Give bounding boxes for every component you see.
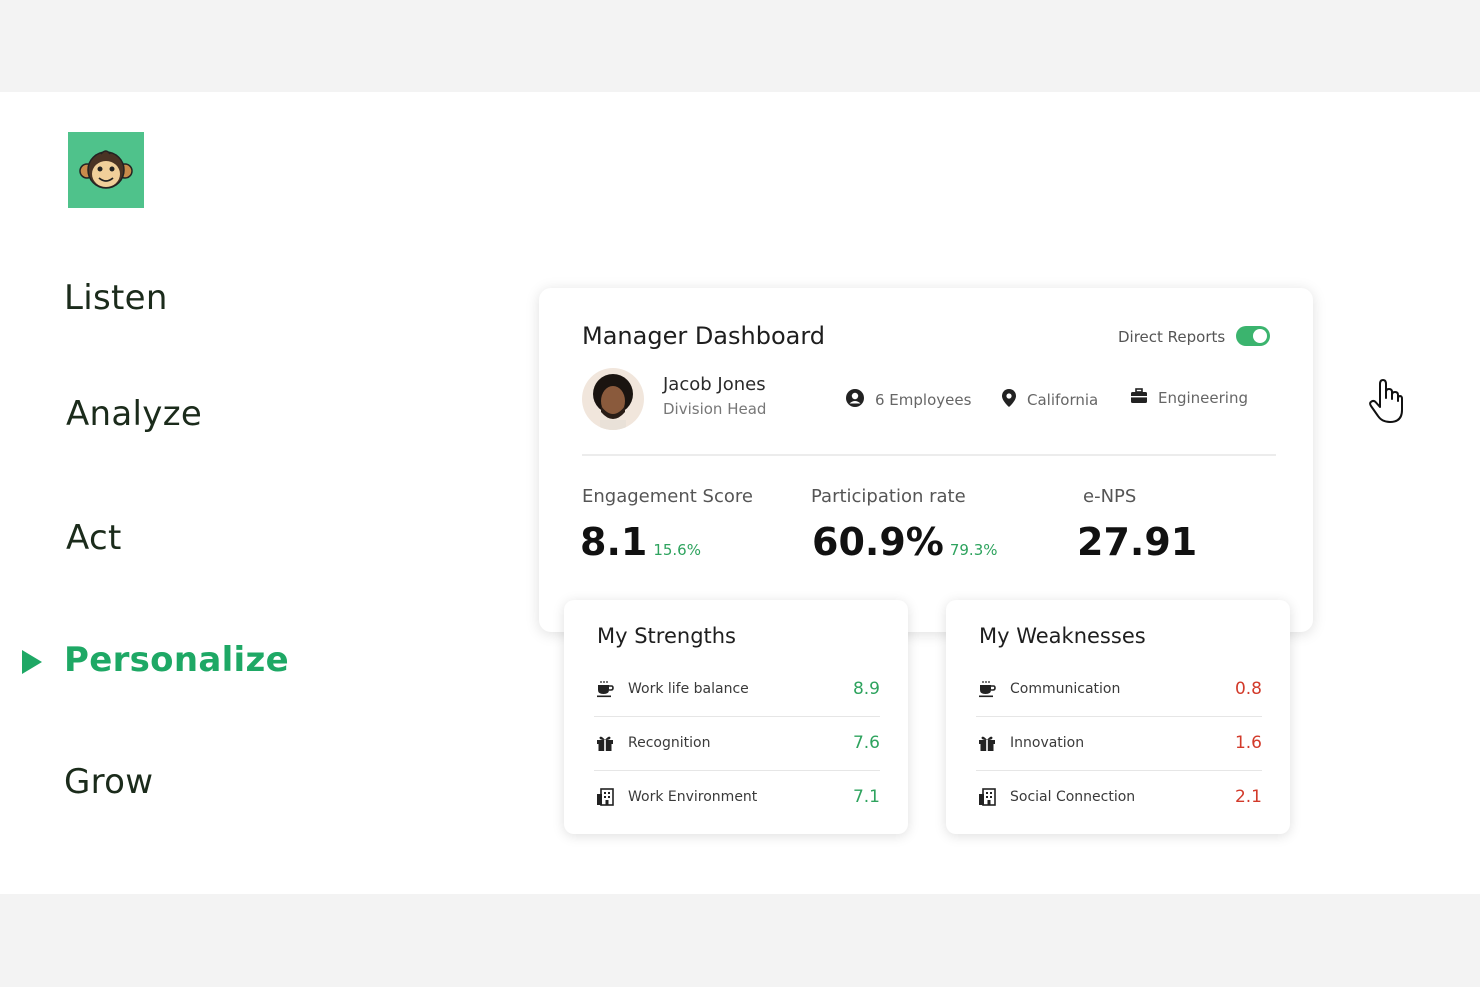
employees-meta: 6 Employees (845, 388, 971, 412)
nav-item-personalize[interactable]: Personalize (64, 640, 289, 680)
item-score: 7.6 (852, 733, 880, 753)
location-text: California (1027, 391, 1099, 409)
participation-rate-value: 60.9% (812, 520, 944, 564)
strengths-title: My Strengths (597, 624, 737, 648)
item-label: Social Connection (1010, 789, 1136, 805)
engagement-score-label: Engagement Score (582, 486, 753, 507)
map-pin-icon (1001, 388, 1017, 412)
building-icon (976, 788, 998, 806)
item-score: 8.9 (852, 679, 880, 699)
enps-label: e-NPS (1083, 486, 1137, 507)
enps-value: 27.91 (1077, 520, 1198, 564)
engagement-score-value: 8.1 (580, 520, 648, 564)
department-text: Engineering (1158, 389, 1248, 407)
list-item[interactable]: Work Environment 7.1 (594, 770, 880, 824)
gift-icon (594, 734, 616, 752)
coffee-icon (976, 680, 998, 698)
strengths-panel: My Strengths Work life balance 8.9 Recog… (564, 600, 908, 834)
list-item[interactable]: Communication 0.8 (976, 662, 1262, 717)
item-label: Recognition (628, 735, 711, 751)
item-score: 2.1 (1234, 787, 1262, 807)
user-circle-icon (845, 388, 865, 412)
item-score: 7.1 (852, 787, 880, 807)
direct-reports-label: Direct Reports (1118, 328, 1226, 346)
briefcase-icon (1130, 388, 1148, 408)
direct-reports-toggle[interactable] (1236, 326, 1270, 346)
weaknesses-title: My Weaknesses (979, 624, 1146, 648)
nav-item-act[interactable]: Act (66, 518, 122, 558)
item-score: 1.6 (1234, 733, 1262, 753)
item-label: Work life balance (628, 681, 749, 697)
nav-item-listen[interactable]: Listen (64, 278, 168, 318)
item-label: Work Environment (628, 789, 758, 805)
list-item[interactable]: Recognition 7.6 (594, 716, 880, 771)
building-icon (594, 788, 616, 806)
department-meta: Engineering (1130, 388, 1248, 408)
participation-rate: 60.9% 79.3% (812, 520, 998, 564)
manager-dashboard-card: Manager Dashboard Direct Reports Jacob J… (539, 288, 1313, 632)
dashboard-title: Manager Dashboard (582, 322, 826, 350)
list-item[interactable]: Social Connection 2.1 (976, 770, 1262, 824)
location-meta: California (1001, 388, 1098, 412)
divider (582, 454, 1276, 456)
active-arrow-icon (22, 650, 42, 674)
nav-item-grow[interactable]: Grow (64, 762, 153, 802)
weaknesses-panel: My Weaknesses Communication 0.8 Innovati… (946, 600, 1290, 834)
list-item[interactable]: Innovation 1.6 (976, 716, 1262, 771)
toggle-knob (1253, 329, 1267, 343)
participation-rate-label: Participation rate (811, 486, 966, 507)
hand-cursor-icon (1368, 378, 1404, 430)
engagement-score: 8.1 15.6% (580, 520, 701, 564)
list-item[interactable]: Work life balance 8.9 (594, 662, 880, 717)
monkey-logo-icon[interactable] (68, 132, 144, 208)
nav-item-analyze[interactable]: Analyze (66, 394, 202, 434)
item-score: 0.8 (1234, 679, 1262, 699)
person-name: Jacob Jones (663, 374, 766, 395)
employees-count: 6 Employees (875, 391, 972, 409)
stage: Listen Analyze Act Personalize Grow Mana… (0, 92, 1480, 894)
participation-rate-delta: 79.3% (949, 541, 998, 559)
avatar[interactable] (582, 368, 644, 430)
engagement-score-delta: 15.6% (653, 541, 701, 559)
item-label: Innovation (1010, 735, 1085, 751)
item-label: Communication (1010, 681, 1121, 697)
person-role: Division Head (663, 400, 767, 418)
enps: 27.91 (1077, 520, 1197, 564)
coffee-icon (594, 680, 616, 698)
gift-icon (976, 734, 998, 752)
